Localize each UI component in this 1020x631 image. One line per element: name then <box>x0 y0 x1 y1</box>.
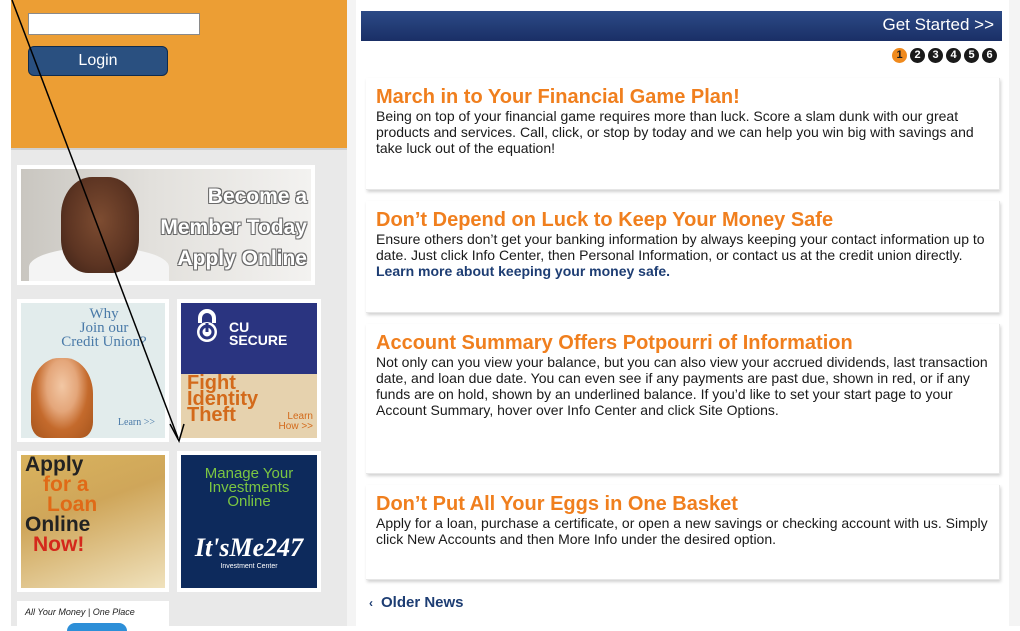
pager-dot-3[interactable]: 3 <box>928 48 943 63</box>
manage-investments-text: Manage Your Investments Online <box>181 466 317 510</box>
news-body-text: Apply for a loan, purchase a certificate… <box>376 515 988 547</box>
why-join-image: Why Join our Credit Union? Learn >> <box>21 303 165 438</box>
cu-secure-banner[interactable]: CU SECURE Fight Identity Theft Learn How… <box>177 299 321 442</box>
apply-loan-banner[interactable]: Apply for a Loan Online Now! <box>17 451 169 592</box>
member-person-photo <box>61 177 139 273</box>
news-title[interactable]: March in to Your Financial Game Plan! <box>376 86 989 108</box>
apply-loan-text: Apply for a Loan Online Now! <box>25 455 97 555</box>
learn-more-money-safe-link[interactable]: Learn more about keeping your money safe… <box>376 263 670 279</box>
cu-secure-learn-line2: How >> <box>278 421 313 432</box>
pager-dot-4[interactable]: 4 <box>946 48 961 63</box>
pager-dot-2[interactable]: 2 <box>910 48 925 63</box>
apply-loan-line1: Apply <box>25 455 84 476</box>
login-button[interactable]: Login <box>28 46 168 76</box>
all-your-money-banner[interactable]: All Your Money | One Place <box>17 601 169 631</box>
all-your-money-graphic <box>67 623 127 631</box>
news-title[interactable]: Don’t Depend on Luck to Keep Your Money … <box>376 209 989 231</box>
apply-loan-image: Apply for a Loan Online Now! <box>21 455 165 588</box>
become-member-line3: Apply Online <box>177 247 307 270</box>
why-join-learn-link[interactable]: Learn >> <box>118 417 155 428</box>
slide-pager: 1 2 3 4 5 6 <box>892 48 997 63</box>
sidebar-divider <box>11 148 347 150</box>
become-member-image: Become a Member Today Apply Online <box>21 169 311 281</box>
chevron-left-icon: ‹ <box>369 596 373 610</box>
manage-investments-image: Manage Your Investments Online It'sMe247… <box>181 455 317 588</box>
cu-secure-logo-line2: SECURE <box>229 332 288 348</box>
news-card: Account Summary Offers Potpourri of Info… <box>366 324 1000 474</box>
older-news-link[interactable]: ‹ Older News <box>369 594 464 611</box>
investment-center-label: Investment Center <box>220 563 278 570</box>
why-join-banner[interactable]: Why Join our Credit Union? Learn >> <box>17 299 169 442</box>
get-started-label: Get Started >> <box>882 15 994 34</box>
cu-secure-image: CU SECURE Fight Identity Theft Learn How… <box>181 303 317 438</box>
apply-loan-line3: Loan <box>47 493 98 516</box>
pager-dot-6[interactable]: 6 <box>982 48 997 63</box>
pager-dot-5[interactable]: 5 <box>964 48 979 63</box>
news-title[interactable]: Don’t Put All Your Eggs in One Basket <box>376 493 989 515</box>
fight-identity-theft-text: Fight Identity Theft <box>187 373 258 425</box>
why-join-text: Why Join our Credit Union? <box>39 306 165 350</box>
news-body-text: Being on top of your financial game requ… <box>376 108 974 156</box>
itsme247-logo: It'sMe247 <box>194 533 304 562</box>
news-body: Being on top of your financial game requ… <box>376 108 989 156</box>
older-news-label: Older News <box>381 594 464 611</box>
apply-loan-line5: Now! <box>33 533 85 556</box>
why-join-line1: Why <box>89 306 119 322</box>
become-member-text: Become a Member Today Apply Online <box>160 181 307 274</box>
pager-dot-1[interactable]: 1 <box>892 48 907 63</box>
news-title[interactable]: Account Summary Offers Potpourri of Info… <box>376 332 989 354</box>
news-card: Don’t Put All Your Eggs in One Basket Ap… <box>366 485 1000 580</box>
why-join-line2: Join our <box>79 320 129 336</box>
manage-investments-banner[interactable]: Manage Your Investments Online It'sMe247… <box>177 451 321 592</box>
why-join-line3: Credit Union? <box>61 334 147 350</box>
username-input[interactable] <box>28 13 200 35</box>
cu-secure-logo: CU SECURE <box>229 320 288 348</box>
news-body: Apply for a loan, purchase a certificate… <box>376 515 989 547</box>
news-body-text: Ensure others don’t get your banking inf… <box>376 231 985 263</box>
news-card: March in to Your Financial Game Plan! Be… <box>366 78 1000 190</box>
become-member-banner[interactable]: Become a Member Today Apply Online <box>17 165 315 285</box>
news-body: Ensure others don’t get your banking inf… <box>376 231 989 279</box>
news-card: Don’t Depend on Luck to Keep Your Money … <box>366 201 1000 313</box>
apply-loan-line2: for a <box>43 473 89 496</box>
lock-icon <box>197 309 217 342</box>
apply-loan-line4: Online <box>25 513 91 536</box>
get-started-banner[interactable]: Get Started >> <box>361 11 1002 41</box>
login-panel: Login <box>11 0 347 148</box>
become-member-line2: Member Today <box>160 216 307 239</box>
manage-investments-line3: Online <box>227 493 271 510</box>
become-member-line1: Become a <box>207 185 307 208</box>
why-join-person-photo <box>31 358 93 438</box>
news-body-text: Not only can you view your balance, but … <box>376 354 988 418</box>
cu-secure-learn-link[interactable]: Learn How >> <box>279 412 313 432</box>
news-body: Not only can you view your balance, but … <box>376 354 989 418</box>
all-your-money-text: All Your Money | One Place <box>25 607 135 617</box>
